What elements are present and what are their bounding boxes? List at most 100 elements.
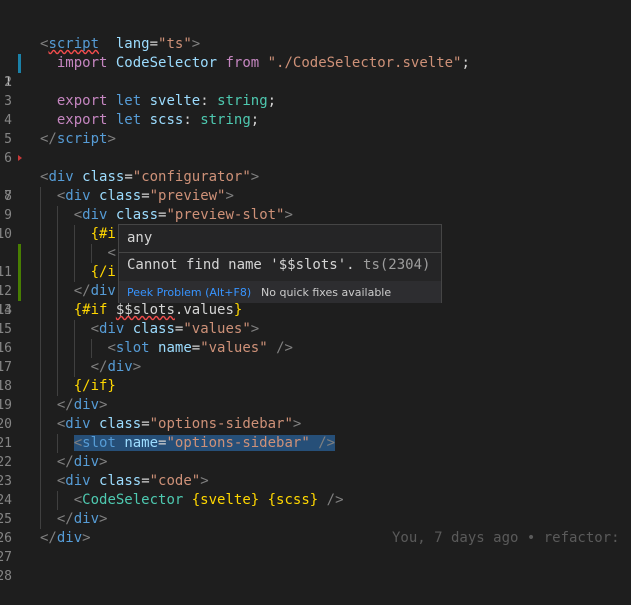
token: class — [99, 188, 142, 204]
token: > — [107, 131, 116, 147]
code-line-5[interactable]: 5 export let scss: string; — [0, 111, 631, 147]
token: div — [73, 397, 100, 413]
token: > — [250, 169, 260, 185]
token: div — [73, 511, 100, 527]
token: /> — [276, 340, 293, 356]
token: "./CodeSelector.svelte" — [267, 55, 462, 71]
token: </ — [40, 530, 57, 546]
token: CodeSelector — [115, 55, 218, 71]
token: "values" — [200, 340, 268, 356]
code-line-8[interactable]: 8 <div class="configurator"> — [0, 168, 631, 204]
token: < — [73, 435, 83, 451]
token: {scss} — [267, 492, 319, 508]
error-code: ts(2304) — [363, 257, 431, 273]
hover-tooltip: any Cannot find name '$$slots'. ts(2304)… — [118, 224, 442, 303]
code-line-16[interactable]: 16 <div class="values"> — [0, 320, 631, 356]
token: = — [141, 473, 150, 489]
token: "options-sidebar" — [166, 435, 310, 451]
code-line-7[interactable]: 7 — [0, 149, 631, 204]
code-line-21[interactable]: 21 <div class="options-sidebar"> — [0, 415, 631, 451]
hover-message: Cannot find name '$$slots'. ts(2304) — [127, 257, 430, 273]
token: slot — [115, 340, 150, 356]
token: class — [99, 473, 142, 489]
code-line-4[interactable]: 4 export let svelte: string; — [0, 92, 631, 128]
token: ; — [461, 55, 470, 71]
token: < — [73, 207, 83, 223]
token: div — [48, 169, 74, 185]
token: = — [191, 340, 201, 356]
token: div — [65, 473, 91, 489]
token: {/if} — [73, 378, 116, 394]
token: < — [107, 245, 116, 261]
code-line-10[interactable]: 10 <div class="preview-slot"> — [0, 206, 631, 242]
token: {/i — [90, 264, 116, 280]
code-line-20[interactable]: 20 </div> — [0, 396, 631, 432]
token: class — [82, 169, 125, 185]
code-line-2[interactable]: 2 import CodeSelector from "./CodeSelect… — [0, 54, 631, 90]
token: string — [217, 93, 268, 109]
code-line-3[interactable]: 3 — [0, 73, 631, 109]
token: svelte — [149, 93, 201, 109]
token: name — [158, 340, 192, 356]
error-message: Cannot find name '$$slots'. — [127, 257, 355, 273]
token: ; — [250, 112, 260, 128]
code-line-26[interactable]: 26 </div> — [0, 510, 631, 546]
token: "options-sidebar" — [149, 416, 293, 432]
code-line-23[interactable]: 23 </div> — [0, 453, 631, 489]
token: > — [99, 454, 108, 470]
token: = — [149, 36, 159, 52]
token: {svelte} — [191, 492, 260, 508]
token: = — [141, 416, 150, 432]
code-line-18[interactable]: 18 </div> — [0, 358, 631, 394]
hover-actions-bar: Peek Problem (Alt+F8) No quick fixes ava… — [119, 281, 441, 303]
code-line-1[interactable]: 1 <script lang="ts"> — [0, 35, 631, 90]
token: </ — [90, 359, 108, 375]
token: class — [115, 207, 159, 223]
token: : — [200, 93, 209, 109]
code-line-22[interactable]: 22 <slot name="options-sidebar" /> You, … — [0, 434, 631, 546]
token: div — [65, 188, 91, 204]
peek-problem-link[interactable]: Peek Problem (Alt+F8) — [127, 286, 251, 299]
token: slot — [82, 435, 116, 451]
token: export — [56, 93, 108, 109]
token: script — [48, 36, 100, 52]
token: "preview-slot" — [166, 207, 285, 223]
token: from — [225, 55, 260, 71]
token: </ — [56, 397, 74, 413]
code-line-19[interactable]: 19 {/if} — [0, 377, 631, 413]
token: </ — [56, 511, 74, 527]
token: > — [284, 207, 293, 223]
token: : — [183, 112, 192, 128]
no-quick-fixes-label: No quick fixes available — [261, 286, 392, 299]
token: } — [233, 302, 243, 318]
token: < — [90, 321, 100, 337]
code-line-28[interactable]: 28 — [0, 548, 631, 584]
token: lang — [115, 36, 150, 52]
token: let — [115, 112, 142, 128]
code-line-17[interactable]: 17 <slot name="values" /> — [0, 339, 631, 375]
code-line-6[interactable]: 6 </script> — [0, 130, 631, 166]
token: CodeSelector — [82, 492, 184, 508]
code-line-9[interactable]: 9 <div class="preview"> — [0, 187, 631, 223]
token: /> — [326, 492, 344, 508]
token: div — [82, 207, 108, 223]
token: string — [200, 112, 251, 128]
token: > — [132, 359, 142, 375]
code-line-24[interactable]: 24 <div class="code"> — [0, 472, 631, 508]
code-line-15[interactable]: 15 {#if $$slots.values} — [0, 301, 631, 337]
token: {#if — [73, 302, 108, 318]
token: {#i — [90, 226, 116, 242]
token: "code" — [149, 473, 201, 489]
token: > — [225, 188, 234, 204]
line-number: 28 — [0, 569, 12, 584]
token: script — [56, 131, 108, 147]
hover-divider — [119, 252, 441, 253]
token: class — [132, 321, 175, 337]
token: export — [56, 112, 108, 128]
token: < — [73, 492, 83, 508]
token: div — [56, 530, 83, 546]
code-line-25[interactable]: 25 <CodeSelector {svelte} {scss} /> — [0, 491, 631, 527]
error-marker-icon — [18, 155, 22, 161]
code-line-27[interactable]: 27 </div> — [0, 529, 631, 565]
token: < — [107, 340, 116, 356]
